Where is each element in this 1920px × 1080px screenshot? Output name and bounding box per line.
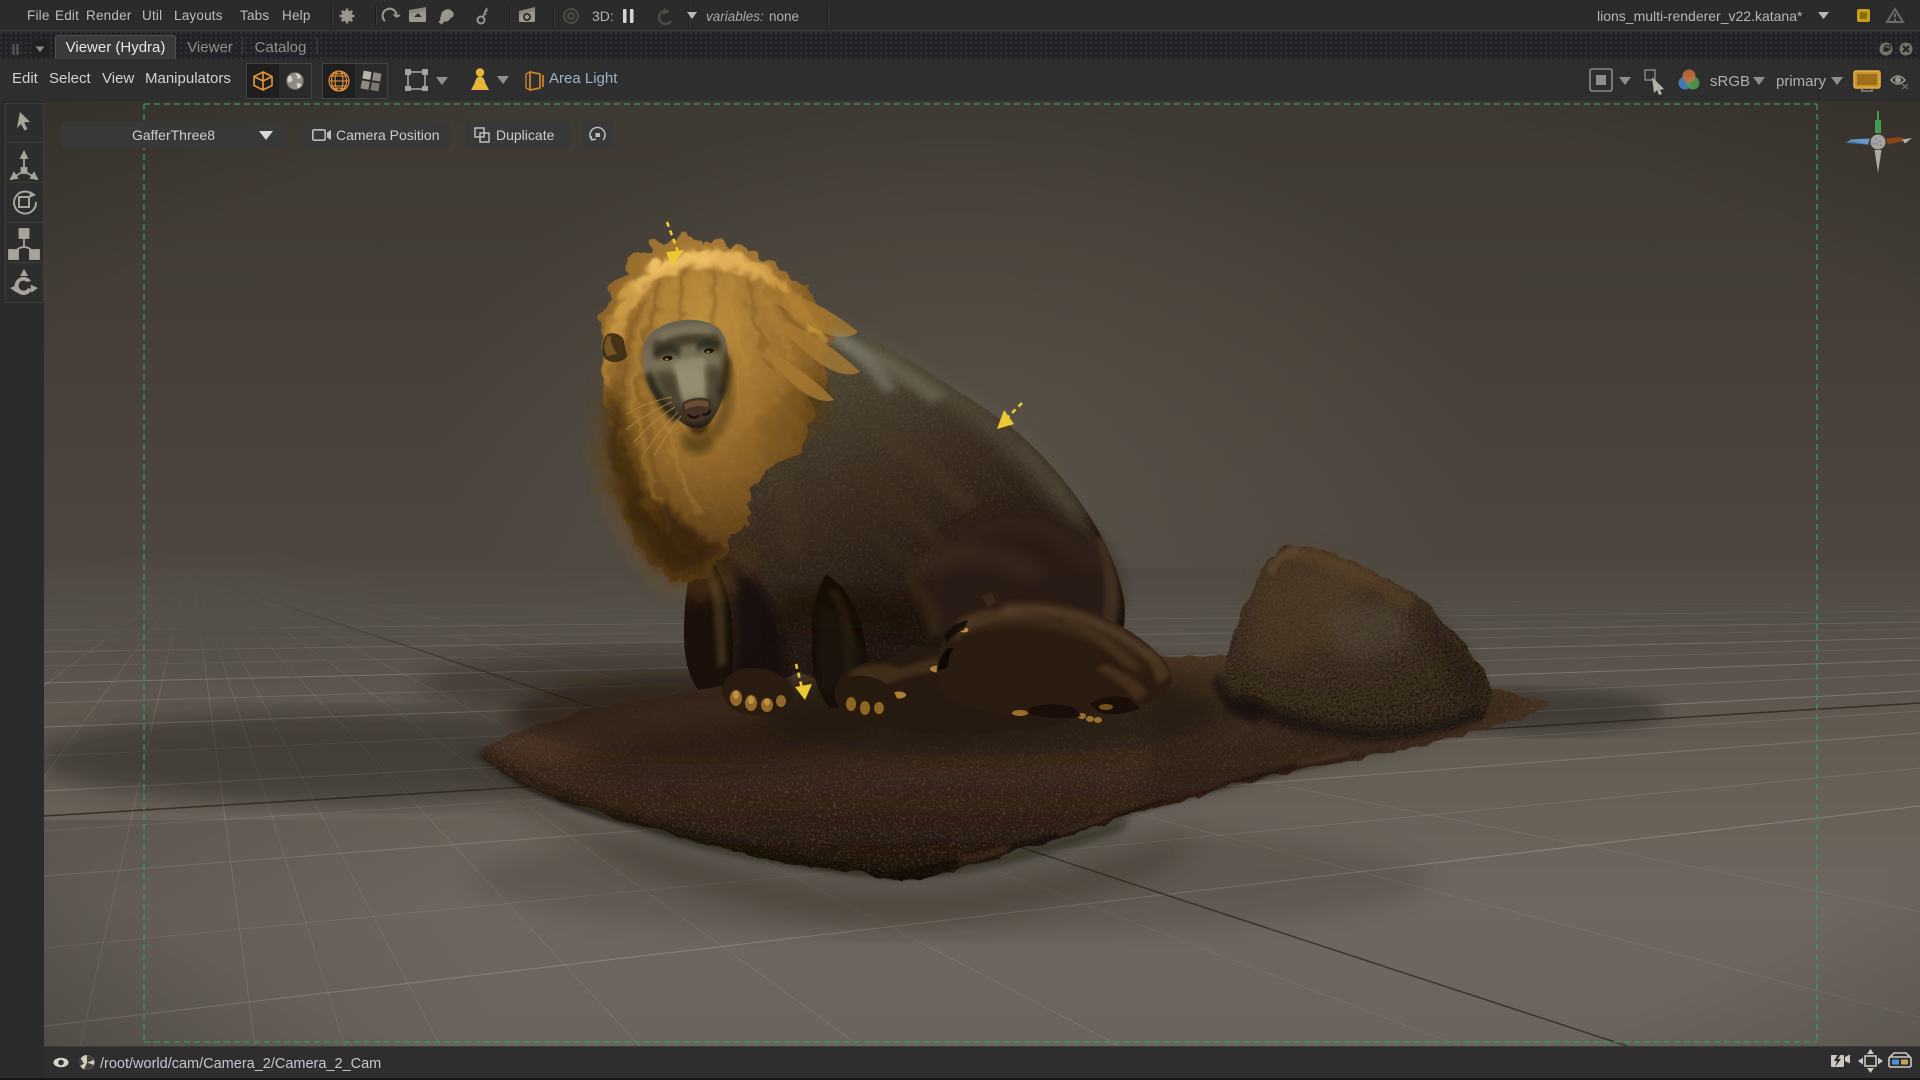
svg-text:sRGB: sRGB (1710, 73, 1750, 90)
svg-text:/root/world/cam/Camera_2/Camer: /root/world/cam/Camera_2/Camera_2_Cam (100, 1056, 381, 1072)
svg-text:variables:: variables: (706, 9, 764, 24)
svg-text:none: none (769, 9, 799, 24)
svg-text:primary: primary (1776, 73, 1827, 90)
svg-text:lions_multi-renderer_v22.katan: lions_multi-renderer_v22.katana* (1597, 8, 1803, 24)
svg-text:3D:: 3D: (592, 8, 614, 24)
